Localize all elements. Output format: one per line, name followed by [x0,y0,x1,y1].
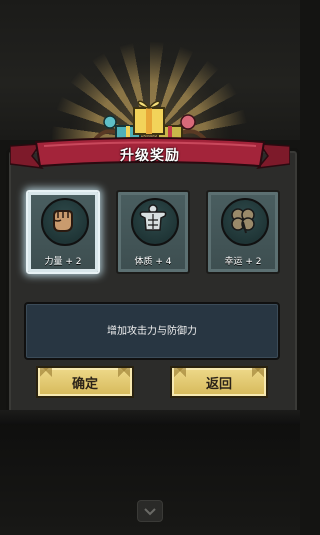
back-button[interactable]: 返回 [170,366,268,398]
panel-bottom-edge [0,410,300,424]
back-label: 返回 [205,377,232,392]
confirm-button[interactable]: 确定 [36,366,134,398]
medal [221,198,269,246]
description-box: 增加攻击力与防御力 [24,302,280,360]
option-card-constitution[interactable]: 体质 + 4 [116,190,190,274]
scroll-down-button[interactable] [137,500,163,522]
option-card-strength[interactable]: 力量 + 2 [26,190,100,274]
reward-title: 升级奖励 [120,148,180,164]
fist-icon [53,210,73,232]
option-card-luck[interactable]: 幸运 + 2 [206,190,280,274]
description-text: 增加攻击力与防御力 [107,326,197,337]
muscle-body-icon [139,204,167,231]
confirm-label: 确定 [71,377,98,392]
option-label: 力量 + 2 [44,257,82,267]
medal [41,198,89,246]
chevron-down-icon [144,508,156,516]
clover-icon [231,208,255,234]
option-label: 体质 + 4 [134,257,172,267]
title-ribbon: 升级奖励 [10,136,290,172]
medal [131,198,179,246]
option-label: 幸运 + 2 [224,257,262,267]
